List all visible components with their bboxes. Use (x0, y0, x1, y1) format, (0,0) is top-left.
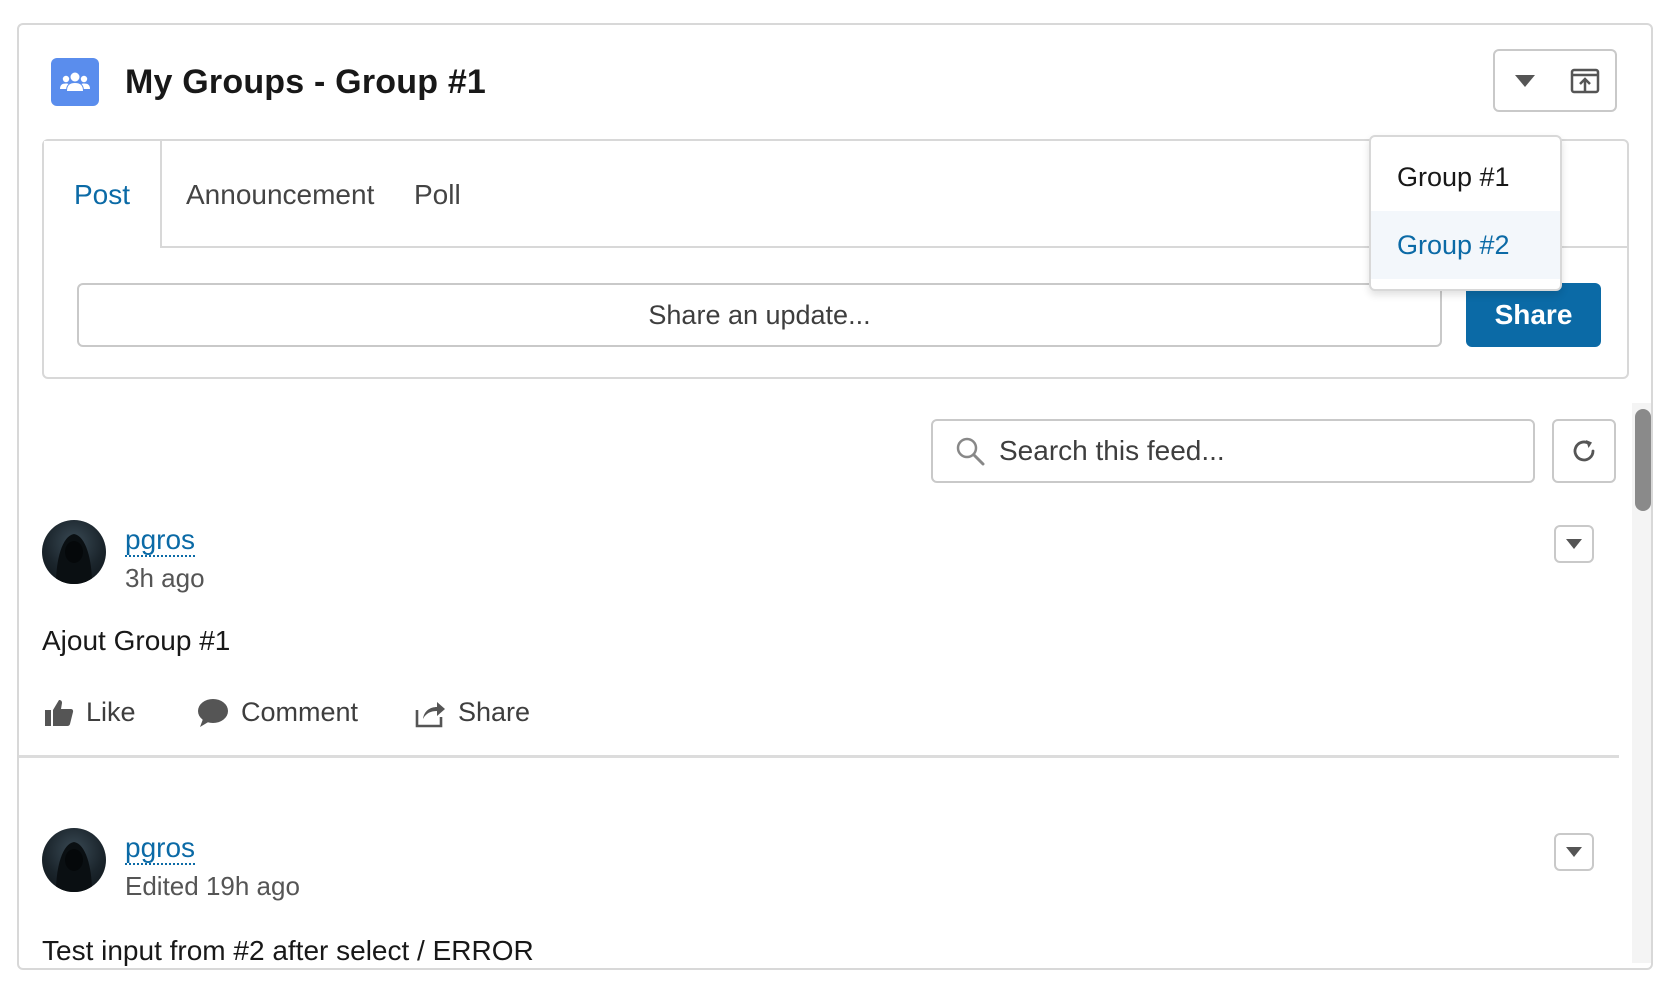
group-option-1[interactable]: Group #1 (1371, 143, 1560, 211)
avatar[interactable] (42, 828, 106, 892)
refresh-button[interactable] (1552, 419, 1616, 483)
feed-search-input[interactable]: Search this feed... (931, 419, 1535, 483)
comment-button[interactable]: Comment (197, 697, 358, 728)
group-feed-card: My Groups - Group #1 Post Announcement P… (17, 23, 1653, 970)
chevron-down-icon (1566, 847, 1582, 857)
search-placeholder: Search this feed... (999, 435, 1225, 466)
post-menu-button[interactable] (1554, 833, 1594, 871)
post-body: Ajout Group #1 (42, 625, 231, 656)
post-timestamp[interactable]: Edited 19h ago (125, 871, 300, 902)
share-label: Share (458, 697, 531, 727)
search-icon (956, 437, 985, 466)
share-button[interactable]: Share (1466, 283, 1601, 347)
share-update-input[interactable]: Share an update... (77, 283, 1442, 347)
share-icon (415, 701, 445, 727)
card-title: My Groups - Group #1 (125, 63, 487, 101)
post-divider (19, 755, 1619, 758)
group-option-2[interactable]: Group #2 (1371, 211, 1560, 279)
like-label: Like (86, 697, 136, 727)
group-dropdown-menu: Group #1 Group #2 (1369, 135, 1562, 291)
post-author-link[interactable]: pgros (125, 525, 196, 557)
like-button[interactable]: Like (44, 697, 136, 728)
popout-button[interactable] (1554, 49, 1617, 112)
avatar[interactable] (42, 520, 106, 584)
post-body: Test input from #2 after select / ERROR (42, 935, 534, 966)
thumbs-up-icon (45, 699, 74, 726)
refresh-icon (1573, 440, 1595, 462)
share-post-button[interactable]: Share (414, 697, 530, 728)
chevron-down-icon (1566, 539, 1582, 549)
comment-icon (198, 698, 228, 727)
tab-announcement[interactable]: Announcement (186, 141, 374, 248)
group-select-button[interactable] (1493, 49, 1556, 112)
feed-scrollbar-thumb[interactable] (1635, 409, 1651, 511)
post-author-link[interactable]: pgros (125, 833, 196, 865)
tab-poll[interactable]: Poll (414, 141, 461, 248)
hooded-figure-icon (56, 534, 92, 584)
groups-icon (51, 58, 99, 106)
hooded-figure-icon (56, 842, 92, 892)
post-menu-button[interactable] (1554, 525, 1594, 563)
post-timestamp[interactable]: 3h ago (125, 563, 205, 594)
tab-post[interactable]: Post (44, 141, 162, 248)
popout-icon (1570, 68, 1599, 93)
chevron-down-icon (1514, 74, 1535, 87)
comment-label: Comment (241, 697, 359, 727)
